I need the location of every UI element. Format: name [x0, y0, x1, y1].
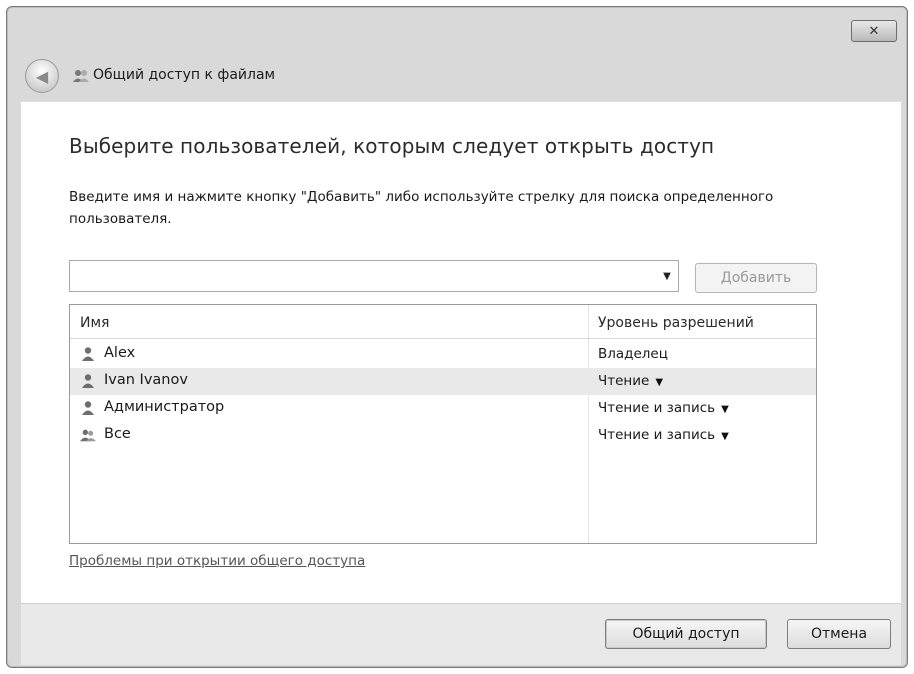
- cancel-button[interactable]: Отмена: [787, 619, 891, 649]
- share-button[interactable]: Общий доступ: [605, 619, 767, 649]
- column-header-permission[interactable]: Уровень разрешений: [598, 315, 754, 331]
- close-icon: ✕: [868, 23, 880, 39]
- user-name-combobox[interactable]: ▼: [69, 260, 679, 292]
- chevron-down-icon[interactable]: ▼: [660, 269, 674, 283]
- close-button[interactable]: ✕: [851, 20, 897, 42]
- user-icon: [80, 346, 96, 362]
- list-item[interactable]: Все Чтение и запись ▼: [70, 422, 816, 449]
- chevron-down-icon[interactable]: ▼: [721, 404, 729, 415]
- back-arrow-icon: ◀: [35, 66, 49, 86]
- chevron-down-icon[interactable]: ▼: [655, 377, 663, 388]
- user-icon: [80, 400, 96, 416]
- window-title: Общий доступ к файлам: [93, 67, 276, 83]
- permission-dropdown[interactable]: Чтение и запись ▼: [598, 400, 729, 416]
- list-header: Имя Уровень разрешений: [70, 305, 816, 339]
- permission-dropdown[interactable]: Чтение ▼: [598, 373, 663, 389]
- user-name: Alex: [104, 345, 136, 361]
- permission-level: Владелец: [598, 346, 668, 362]
- list-item[interactable]: Alex Владелец: [70, 341, 816, 368]
- back-button[interactable]: ◀: [25, 59, 59, 93]
- group-icon: [80, 427, 96, 443]
- page-title: Выберите пользователей, которым следует …: [69, 134, 715, 158]
- user-icon: [80, 373, 96, 389]
- user-name: Администратор: [104, 399, 225, 415]
- chevron-down-icon[interactable]: ▼: [721, 431, 729, 442]
- instructions-text: Введите имя и нажмите кнопку "Добавить" …: [69, 189, 774, 227]
- users-icon: [71, 67, 91, 85]
- list-item[interactable]: Ivan Ivanov Чтение ▼: [70, 368, 816, 395]
- sharing-help-link[interactable]: Проблемы при открытии общего доступа: [69, 553, 365, 569]
- share-dialog-window: ✕ ◀ Общий доступ к файлам Выберите польз…: [6, 6, 908, 668]
- add-button[interactable]: Добавить: [695, 263, 817, 293]
- user-name: Ivan Ivanov: [104, 372, 188, 388]
- dialog-content: Выберите пользователей, которым следует …: [21, 101, 901, 603]
- permission-dropdown[interactable]: Чтение и запись ▼: [598, 427, 729, 443]
- list-item[interactable]: Администратор Чтение и запись ▼: [70, 395, 816, 422]
- dialog-footer: Общий доступ Отмена: [21, 603, 901, 665]
- title-bar: ◀ Общий доступ к файлам: [15, 47, 901, 101]
- column-header-name[interactable]: Имя: [80, 315, 109, 331]
- users-list[interactable]: Имя Уровень разрешений Alex Владелец Iva…: [69, 304, 817, 544]
- user-name: Все: [104, 426, 131, 442]
